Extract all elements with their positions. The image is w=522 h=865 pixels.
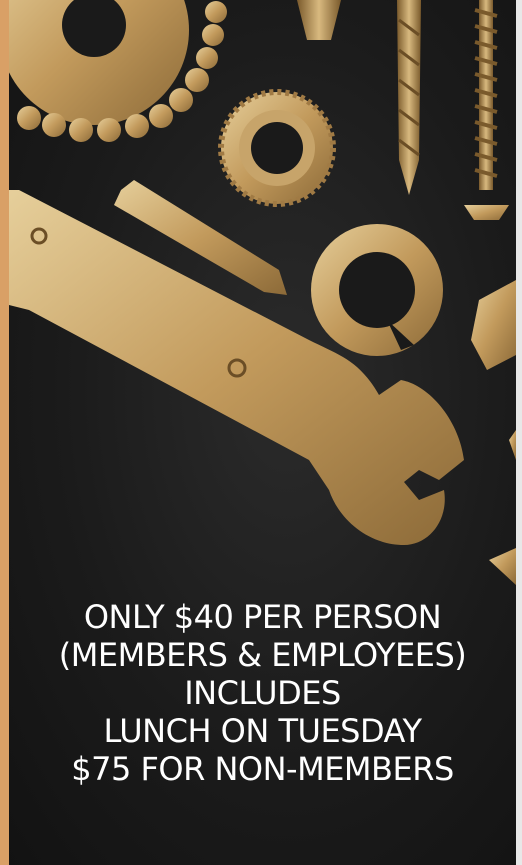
includes-line: INCLUDES bbox=[184, 674, 341, 712]
flange-nut-icon bbox=[218, 89, 336, 207]
non-member-price-line: $75 FOR NON-MEMBERS bbox=[71, 750, 454, 788]
split-ring-washer-icon bbox=[311, 224, 443, 356]
bolt-icon bbox=[471, 280, 516, 585]
tools-illustration bbox=[9, 0, 516, 585]
edge-border bbox=[516, 0, 522, 865]
accent-strip bbox=[0, 0, 9, 865]
promo-card: ONLY $40 PER PERSON (MEMBERS & EMPLOYEES… bbox=[0, 0, 522, 865]
promo-text: ONLY $40 PER PERSON (MEMBERS & EMPLOYEES… bbox=[9, 598, 516, 788]
price-line: ONLY $40 PER PERSON bbox=[83, 598, 442, 636]
drill-bit-icon bbox=[397, 0, 421, 195]
bolt-icon bbox=[297, 0, 341, 40]
lunch-line: LUNCH ON TUESDAY bbox=[103, 712, 423, 750]
eligibility-line: (MEMBERS & EMPLOYEES) bbox=[58, 636, 467, 674]
screw-icon bbox=[464, 0, 509, 220]
